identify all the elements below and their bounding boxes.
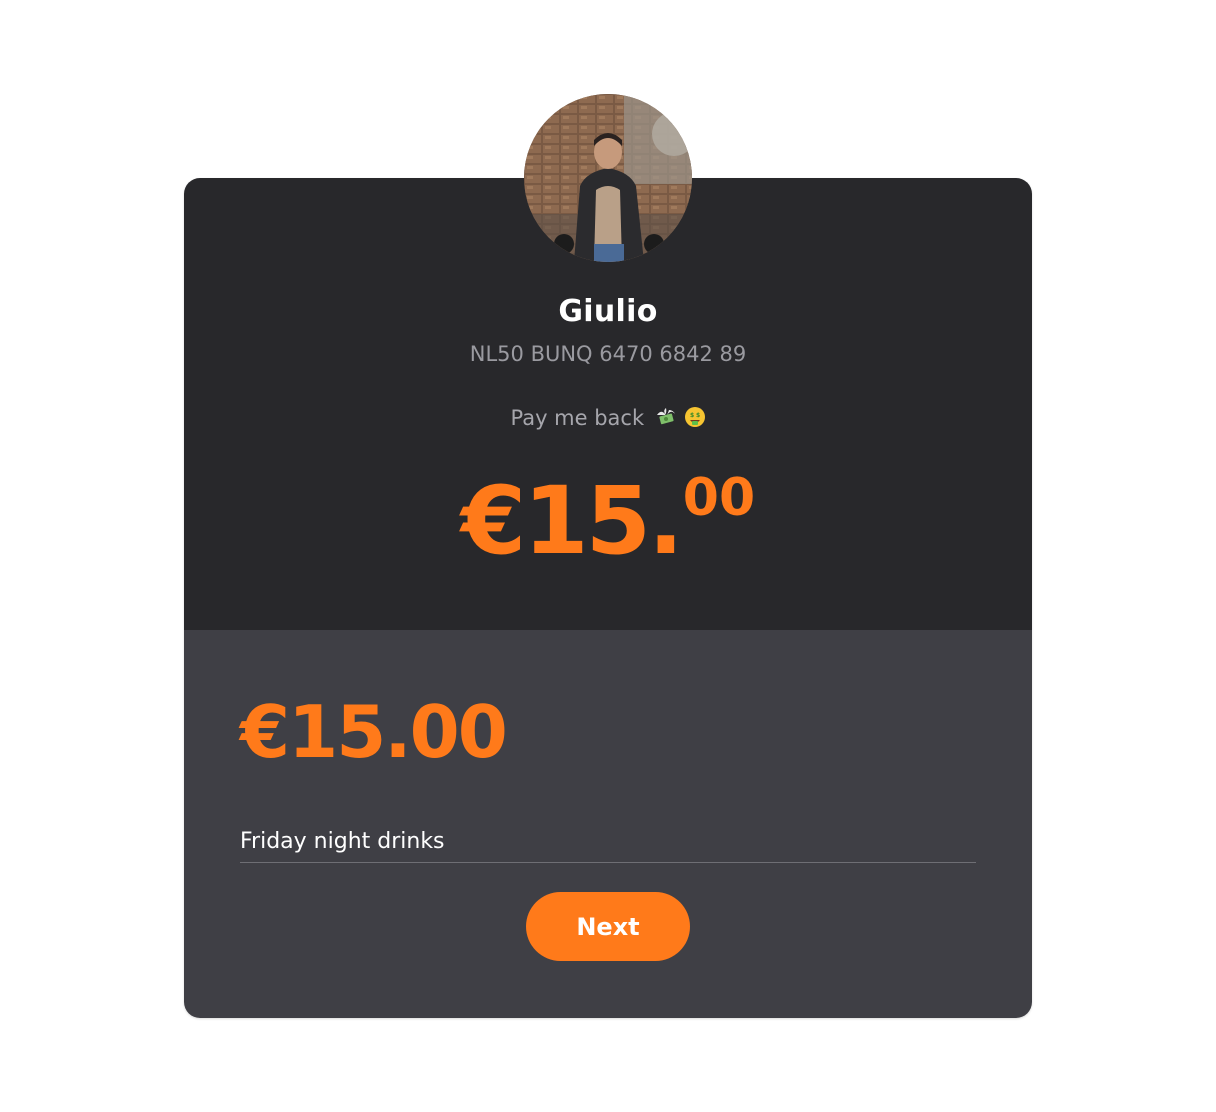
money-mouth-face-icon: $ $: [684, 407, 705, 427]
request-description: Pay me back $ $: [0, 406, 1216, 433]
recipient-iban: NL50 BUNQ 6470 6842 89: [469, 342, 747, 366]
recipient-name: Giulio: [558, 294, 658, 329]
money-with-wings-icon: [656, 408, 675, 425]
amount-input[interactable]: €15.00: [240, 696, 508, 768]
request-description-text: Pay me back: [510, 406, 645, 430]
svg-text:$: $: [696, 412, 700, 419]
payment-request-page: Giulio NL50 BUNQ 6470 6842 89 Pay me bac…: [0, 0, 1216, 1112]
requested-amount-main: €15.: [460, 467, 684, 576]
avatar-photo: [524, 94, 692, 262]
request-emojis: $ $: [655, 406, 706, 433]
avatar: [524, 94, 692, 262]
requested-amount-cents: 00: [682, 468, 756, 528]
svg-text:$: $: [690, 412, 694, 419]
requested-amount: €15.00: [0, 472, 1216, 569]
next-button[interactable]: Next: [526, 892, 690, 961]
payment-description-input[interactable]: [240, 820, 976, 863]
